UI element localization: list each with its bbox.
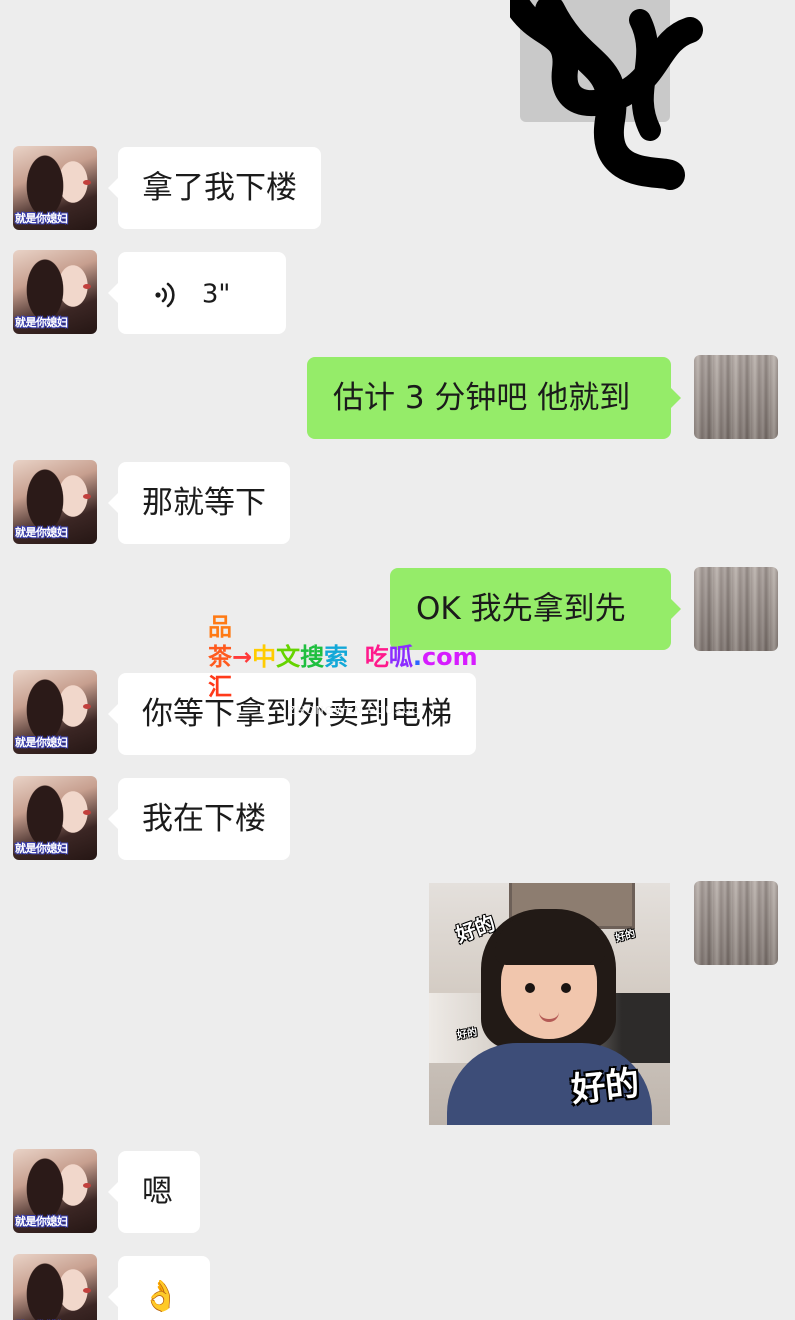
contact-avatar[interactable]: 就是你媳妇 (13, 776, 97, 860)
voice-duration: 3" (201, 279, 231, 310)
avatar-lips (83, 1183, 91, 1188)
message-text: 我在下楼 (142, 801, 266, 837)
incoming-text-bubble[interactable]: 嗯 (108, 1151, 200, 1233)
avatar-lips (83, 1288, 91, 1293)
avatar-lips (83, 180, 91, 185)
message-row: 就是你媳妇 3" (0, 250, 795, 334)
contact-avatar[interactable]: 就是你媳妇 (13, 1254, 97, 1320)
contact-avatar[interactable]: 就是你媳妇 (13, 146, 97, 230)
incoming-text-bubble[interactable]: 你等下拿到外卖到电梯 (108, 673, 476, 755)
voice-wave-icon (155, 282, 175, 307)
message-text: 嗯 (142, 1174, 173, 1210)
avatar-lips (83, 810, 91, 815)
incoming-text-bubble[interactable]: 我在下楼 (108, 778, 290, 860)
sticker-eye (561, 983, 571, 993)
sticker-bangs (495, 913, 605, 965)
incoming-text-bubble[interactable]: 拿了我下楼 (108, 147, 321, 229)
message-text: 你等下拿到外卖到电梯 (142, 696, 452, 732)
sticker-image-message[interactable]: 好的 好的 好的 好的 (429, 883, 670, 1125)
avatar-caption: 就是你媳妇 (15, 1215, 68, 1228)
avatar-caption: 就是你媳妇 (15, 212, 68, 225)
outgoing-text-bubble[interactable]: OK 我先拿到先 (390, 568, 681, 650)
avatar-caption: 就是你媳妇 (15, 736, 68, 749)
message-row: 就是你媳妇 你等下拿到外卖到电梯 (0, 670, 795, 755)
message-row: 就是你媳妇 拿了我下楼 (0, 146, 795, 230)
sticker-eye (525, 983, 535, 993)
scribbled-image-message[interactable] (510, 0, 703, 190)
outgoing-text-bubble[interactable]: 估计 3 分钟吧 他就到 (307, 357, 681, 439)
message-row: 就是你媳妇 👌 (0, 1254, 795, 1320)
avatar-lips (83, 494, 91, 499)
message-row: 估计 3 分钟吧 他就到 (0, 355, 795, 439)
self-avatar[interactable] (694, 355, 778, 439)
sticker-caption-main: 好的 (569, 1063, 642, 1111)
chat-screen: 就是你媳妇 拿了我下楼 就是你媳妇 3" 估计 3 分钟吧 他就到 就是你媳妇 … (0, 0, 795, 1320)
contact-avatar[interactable]: 就是你媳妇 (13, 1149, 97, 1233)
contact-avatar[interactable]: 就是你媳妇 (13, 250, 97, 334)
avatar-caption: 就是你媳妇 (15, 842, 68, 855)
incoming-voice-bubble[interactable]: 3" (108, 252, 286, 334)
contact-avatar[interactable]: 就是你媳妇 (13, 670, 97, 754)
avatar-caption: 就是你媳妇 (15, 316, 68, 329)
message-text: 拿了我下楼 (142, 170, 297, 206)
avatar-lips (83, 704, 91, 709)
message-row: OK 我先拿到先 (0, 567, 795, 651)
message-row: 就是你媳妇 那就等下 (0, 460, 795, 544)
avatar-hair (13, 1254, 97, 1320)
message-text: 估计 3 分钟吧 他就到 (333, 380, 631, 416)
message-text: 那就等下 (142, 485, 266, 521)
contact-avatar[interactable]: 就是你媳妇 (13, 460, 97, 544)
message-text: OK 我先拿到先 (416, 591, 626, 627)
incoming-emoji-bubble[interactable]: 👌 (108, 1256, 210, 1320)
ok-hand-emoji: 👌 (142, 1279, 180, 1314)
message-row: 就是你媳妇 嗯 (0, 1149, 795, 1233)
avatar-caption: 就是你媳妇 (15, 526, 68, 539)
incoming-text-bubble[interactable]: 那就等下 (108, 462, 290, 544)
self-avatar[interactable] (694, 567, 778, 651)
message-row: 就是你媳妇 我在下楼 (0, 776, 795, 860)
avatar-lips (83, 284, 91, 289)
self-avatar[interactable] (694, 881, 778, 965)
